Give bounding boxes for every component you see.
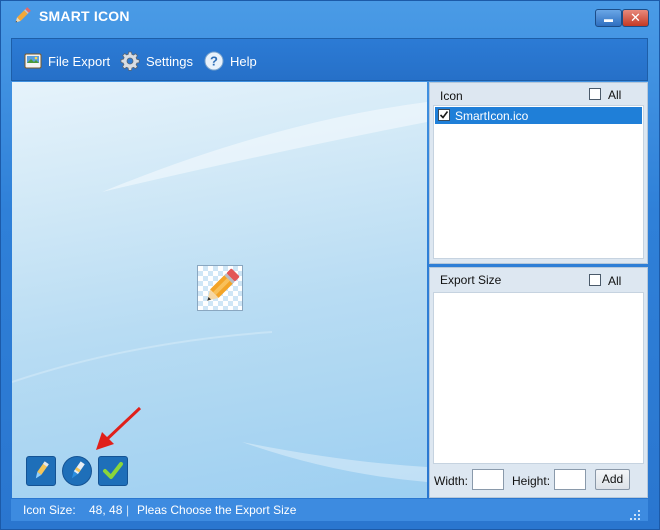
apply-button[interactable] bbox=[98, 456, 128, 486]
close-button[interactable]: ✕ bbox=[622, 9, 649, 27]
toolbar: File Export Settings ? Help bbox=[11, 38, 648, 81]
gear-icon bbox=[120, 51, 140, 71]
red-arrow-annotation bbox=[96, 406, 142, 450]
pencil-icon bbox=[15, 7, 31, 23]
minimize-button[interactable]: ▬ bbox=[595, 9, 622, 27]
width-field[interactable] bbox=[472, 469, 504, 490]
export-all-checkbox[interactable] bbox=[589, 274, 601, 286]
export-size-list[interactable] bbox=[433, 292, 644, 464]
export-panel-header: Export Size All bbox=[430, 268, 647, 290]
check-icon bbox=[439, 111, 449, 119]
icon-all-checkbox[interactable] bbox=[589, 88, 601, 100]
export-panel-title: Export Size bbox=[440, 273, 502, 287]
help-button[interactable]: ? Help bbox=[204, 50, 257, 72]
icon-panel-title: Icon bbox=[440, 89, 463, 103]
window-title: SMART ICON bbox=[39, 8, 130, 24]
settings-label: Settings bbox=[146, 53, 193, 69]
icon-list[interactable]: SmartIcon.ico bbox=[433, 105, 644, 259]
settings-button[interactable]: Settings bbox=[120, 50, 193, 72]
status-separator: | bbox=[126, 503, 130, 517]
svg-text:?: ? bbox=[210, 54, 218, 69]
status-bar: Icon Size: 48, 48 | Pleas Choose the Exp… bbox=[11, 499, 648, 521]
icon-panel: Icon All SmartIcon.ico bbox=[429, 82, 648, 264]
icon-preview bbox=[197, 265, 243, 311]
file-export-icon bbox=[24, 53, 42, 69]
help-label: Help bbox=[230, 53, 257, 69]
export-size-panel: Export Size All Width: Height: Add bbox=[429, 267, 648, 498]
width-label: Width: bbox=[434, 474, 469, 488]
icon-all-label: All bbox=[608, 88, 622, 102]
pencil-icon bbox=[35, 461, 49, 479]
brush-icon bbox=[71, 461, 85, 479]
title-bar[interactable]: SMART ICON ▬ ✕ bbox=[1, 1, 659, 33]
checkmark-icon bbox=[103, 462, 123, 479]
resize-grip-icon[interactable] bbox=[629, 509, 641, 521]
app-window: SMART ICON ▬ ✕ File Export Settings ? He… bbox=[0, 0, 660, 530]
status-message: Pleas Choose the Export Size bbox=[137, 503, 297, 517]
icon-size-value: 48, 48 bbox=[89, 503, 123, 517]
pencil-tool-button[interactable] bbox=[26, 456, 56, 486]
height-label: Height: bbox=[512, 474, 551, 488]
icon-preview-area bbox=[12, 82, 427, 498]
list-item-checkbox[interactable] bbox=[438, 109, 450, 121]
help-icon: ? bbox=[204, 51, 224, 71]
file-export-button[interactable]: File Export bbox=[24, 50, 110, 72]
icon-size-label: Icon Size: bbox=[23, 503, 76, 517]
minimize-icon: ▬ bbox=[604, 14, 613, 24]
brush-tool-button[interactable] bbox=[62, 456, 92, 486]
add-button[interactable]: Add bbox=[595, 469, 630, 490]
list-item-label: SmartIcon.ico bbox=[455, 109, 529, 123]
height-field[interactable] bbox=[554, 469, 586, 490]
icon-panel-header: Icon All bbox=[430, 83, 647, 105]
file-export-label: File Export bbox=[48, 53, 111, 69]
pencil-icon bbox=[207, 268, 240, 301]
custom-size-row: Width: Height: Add bbox=[430, 465, 647, 495]
list-item[interactable]: SmartIcon.ico bbox=[435, 107, 642, 124]
export-all-label: All bbox=[608, 274, 622, 288]
close-icon: ✕ bbox=[630, 10, 641, 25]
